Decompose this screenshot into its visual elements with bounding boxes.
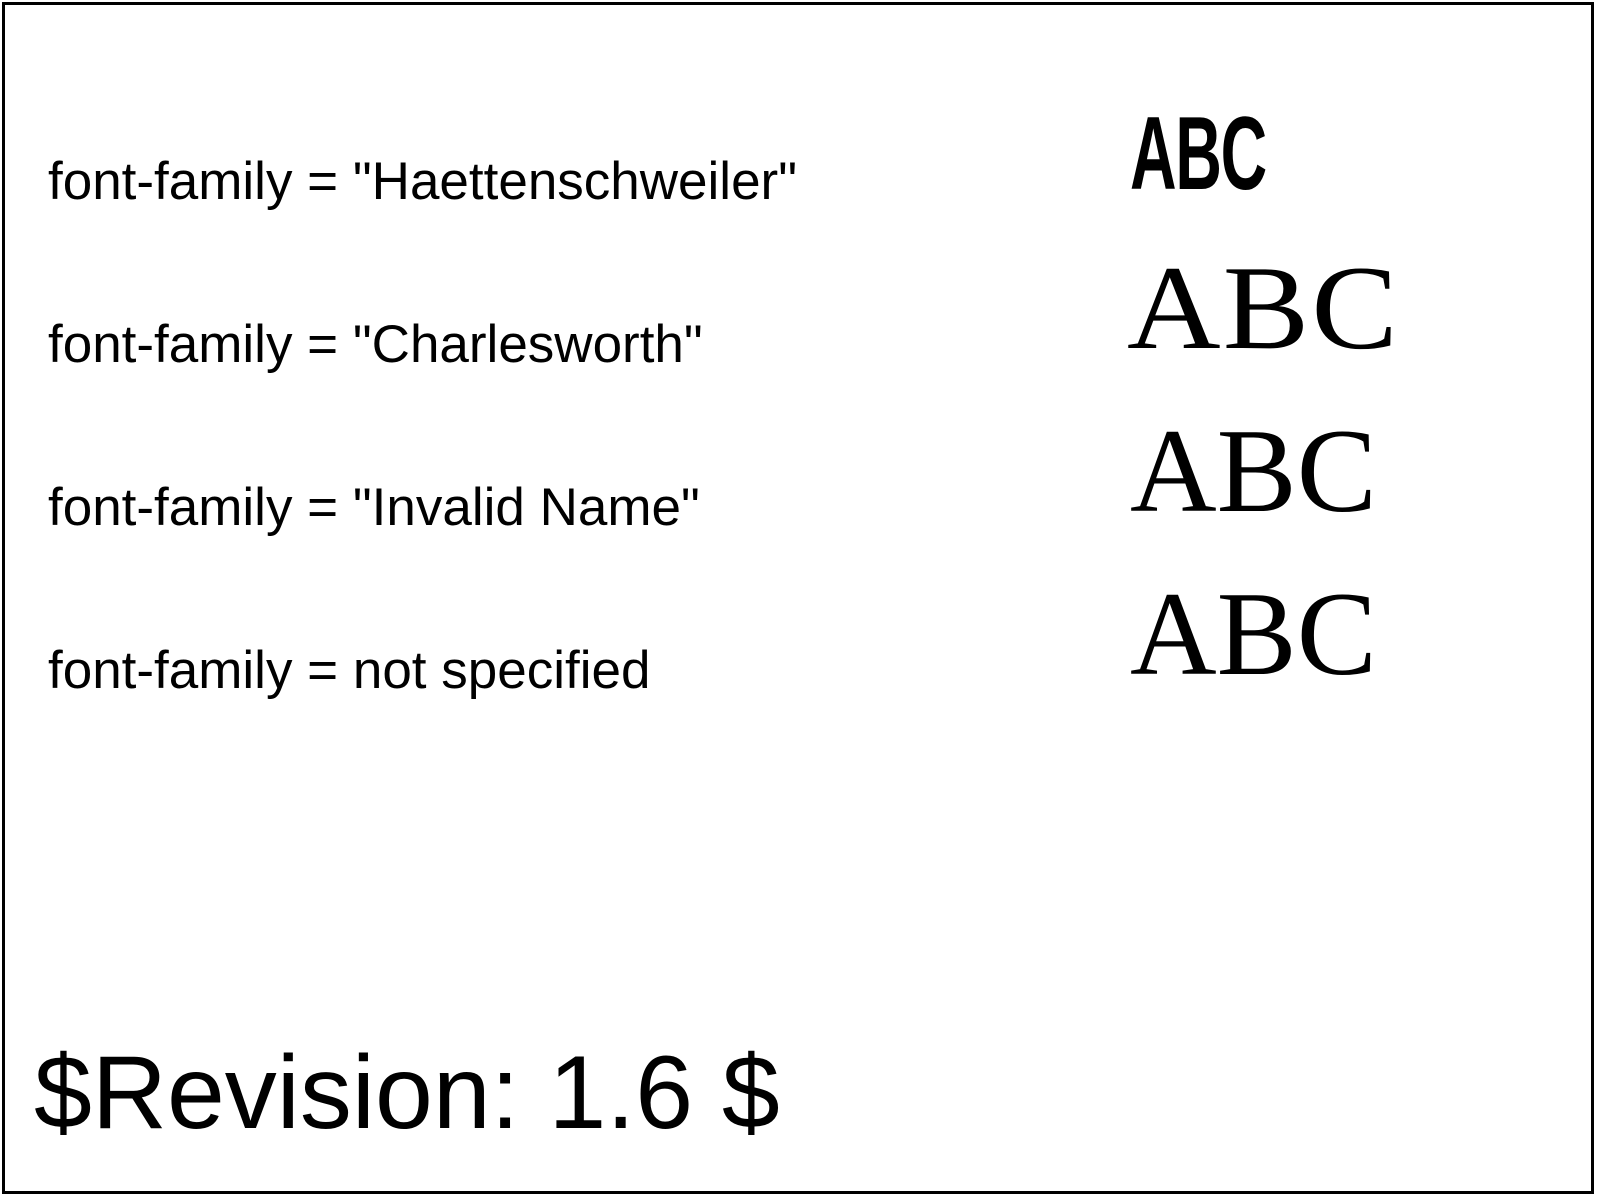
revision-label: $Revision: 1.6 $: [34, 1035, 780, 1151]
font-sample-text: ABC: [1130, 96, 1267, 212]
font-row-not-specified: font-family = not specified ABC: [0, 569, 1592, 801]
font-sample-text: ABC: [1130, 567, 1377, 700]
font-sample-text: ABC: [1127, 241, 1400, 374]
font-family-label: font-family = "Haettenschweiler": [48, 152, 798, 211]
font-sample-text: ABC: [1130, 404, 1377, 537]
font-family-label: font-family = "Invalid Name": [48, 478, 700, 537]
font-family-label: font-family = "Charlesworth": [48, 315, 703, 374]
font-family-label: font-family = not specified: [48, 641, 651, 700]
